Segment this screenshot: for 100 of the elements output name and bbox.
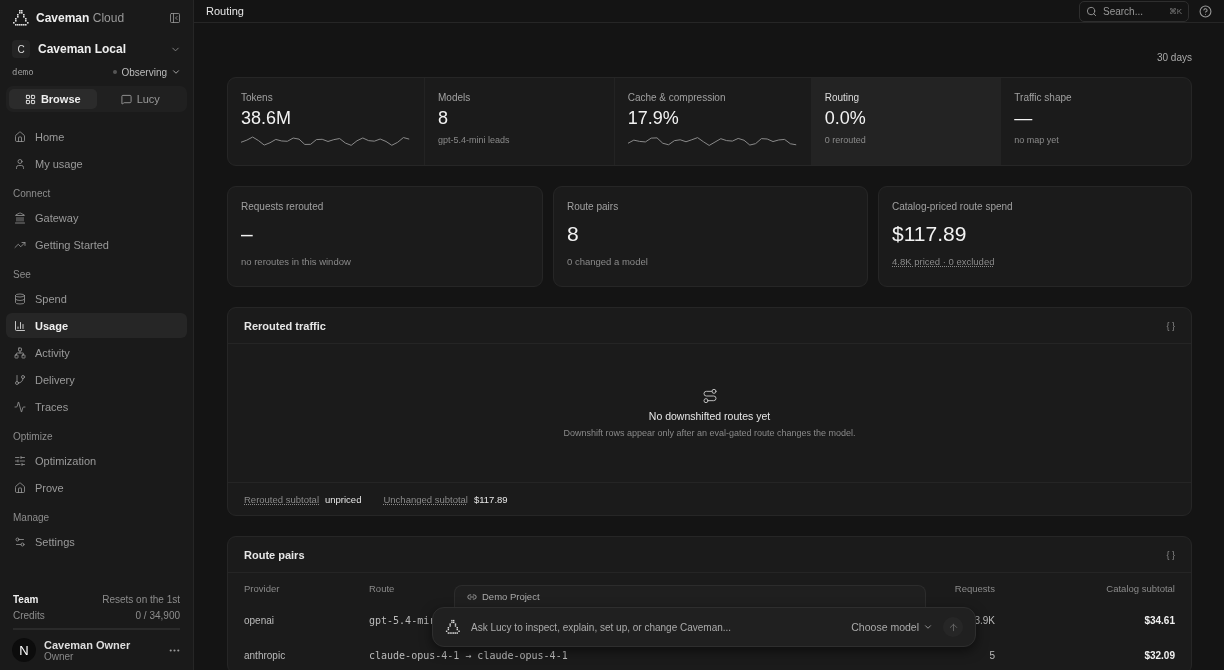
table-cell-text: $32.09: [1144, 649, 1175, 663]
nav-item[interactable]: Settings: [6, 529, 187, 554]
card-link[interactable]: 4.8K priced · 0 excluded: [892, 256, 995, 267]
link-icon: [467, 591, 477, 602]
logo-icon: [445, 619, 461, 635]
workspace-switcher[interactable]: C Caveman Local: [6, 38, 187, 60]
card-value: $117.89: [892, 222, 968, 246]
section-title: Connect: [12, 188, 52, 199]
route-icon: [701, 388, 718, 404]
search-icon: [1086, 6, 1097, 17]
logo-icon: [12, 9, 30, 27]
card-label: Requests rerouted: [241, 201, 325, 212]
help-icon: [1199, 4, 1212, 18]
subtotal-label: Rerouted subtotal: [244, 493, 319, 505]
table-cell-text: $34.61: [1144, 614, 1175, 628]
chat-input[interactable]: Ask Lucy to inspect, explain, set up, or change Caveman... Choose model: [432, 607, 976, 647]
time-range: 30 days: [1156, 52, 1192, 63]
help-button[interactable]: [1199, 4, 1212, 18]
stat-label: Models: [438, 92, 472, 103]
sliders-icon: [14, 535, 26, 548]
search-field[interactable]: Search... ⌘K: [1079, 1, 1189, 22]
json-button[interactable]: { }: [1166, 320, 1175, 331]
stat-tile[interactable]: Tokens 38.6M: [228, 78, 425, 165]
sliders-icon: [14, 454, 26, 467]
user-icon: [14, 157, 26, 170]
column-header: Route: [369, 581, 395, 596]
section-title: Manage: [12, 512, 51, 523]
stat-tile[interactable]: Models 8 gpt-5.4-mini leads: [425, 78, 615, 165]
chevron-down-icon: [923, 622, 933, 632]
database-icon: [14, 292, 26, 305]
panel-title: Rerouted traffic: [244, 319, 326, 332]
page-title: Routing: [206, 5, 245, 17]
empty-text: Downshift rows appear only after an eval-gated route changes the model.: [563, 428, 856, 438]
subtotal-value: $117.89: [473, 493, 508, 505]
pulse-icon: [14, 400, 26, 413]
column-header: Requests: [954, 581, 995, 596]
nav-item[interactable]: Gateway: [6, 205, 187, 230]
empty-title: No downshifted routes yet: [648, 410, 771, 422]
nav-item[interactable]: Optimization: [6, 448, 187, 473]
stat-note: gpt-5.4-mini leads: [438, 135, 511, 145]
bar-chart-icon: [14, 319, 26, 332]
model-dropdown[interactable]: Choose model: [851, 621, 933, 633]
brand-name: Caveman Cloud: [36, 11, 126, 25]
card-value: –: [241, 222, 254, 246]
nav-item[interactable]: Home: [6, 124, 187, 149]
stat-value: 17.9%: [627, 108, 680, 129]
section-title: See: [12, 269, 32, 280]
card-note: 0 changed a model: [567, 256, 648, 267]
section-title: Optimize: [12, 431, 54, 442]
environment-name: demo: [12, 67, 34, 77]
stat-label: Cache & compression: [627, 92, 727, 103]
card-note: no reroutes in this window: [241, 256, 351, 267]
credits-value: 0 / 34,900: [135, 610, 180, 621]
collapse-sidebar-button[interactable]: [169, 12, 181, 24]
sidebar-toggle-icon: [169, 12, 181, 24]
table-cell-text: 5: [989, 649, 995, 663]
status-dropdown[interactable]: Observing: [113, 66, 181, 78]
column-header: Catalog subtotal: [1106, 581, 1175, 596]
stat-label: Tokens: [241, 92, 274, 103]
stat-value: —: [1014, 108, 1034, 129]
mode-tab[interactable]: Lucy: [96, 89, 184, 109]
team-label: Team: [13, 594, 39, 605]
reset-note: Resets on the 1st: [102, 594, 180, 605]
nav-item[interactable]: Activity: [6, 340, 187, 365]
nav-item[interactable]: Spend: [6, 286, 187, 311]
network-icon: [14, 346, 26, 359]
panel-title: Route pairs: [244, 548, 305, 561]
table-cell-text: anthropic: [244, 649, 286, 663]
home-icon: [14, 481, 26, 494]
home-icon: [14, 130, 26, 143]
subtotal-label: Unchanged subtotal: [383, 493, 468, 505]
stat-tile[interactable]: Routing 0.0% 0 rerouted: [811, 78, 1002, 165]
nav-item[interactable]: Traces: [6, 394, 187, 419]
stat-value: 0.0%: [824, 108, 867, 129]
json-button[interactable]: { }: [1166, 549, 1175, 560]
stat-label: Routing: [824, 92, 861, 103]
table-cell-text: claude-opus-4-1 → claude-opus-4-1: [369, 649, 568, 663]
stat-tile[interactable]: Traffic shape — no map yet: [1001, 78, 1191, 165]
chevron-down-icon: [171, 67, 181, 77]
table-cell-text: openai: [244, 614, 275, 628]
chat-bubble-icon: [120, 93, 132, 105]
stat-label: Traffic shape: [1014, 92, 1073, 103]
project-tab[interactable]: Demo Project: [454, 585, 926, 607]
stat-tile[interactable]: Cache & compression 17.9%: [614, 78, 812, 165]
credits-label: Credits: [13, 610, 45, 621]
mode-tab[interactable]: Browse: [9, 89, 97, 109]
grid-icon: [24, 93, 36, 105]
nav-item[interactable]: My usage: [6, 151, 187, 176]
card-value: 8: [567, 222, 580, 246]
nav-item[interactable]: Getting Started: [6, 232, 187, 257]
table-cell-text: 3.9K: [974, 614, 995, 628]
column-header: Provider: [244, 581, 280, 596]
user-role: Owner: [44, 650, 75, 662]
nav-item[interactable]: Prove: [6, 475, 187, 500]
card-label: Route pairs: [567, 201, 620, 212]
card-label: Catalog-priced route spend: [892, 201, 1014, 212]
nav-item[interactable]: Usage: [6, 313, 187, 338]
branch-icon: [14, 373, 26, 386]
nav-item[interactable]: Delivery: [6, 367, 187, 392]
stat-note: 0 rerouted: [824, 135, 867, 145]
